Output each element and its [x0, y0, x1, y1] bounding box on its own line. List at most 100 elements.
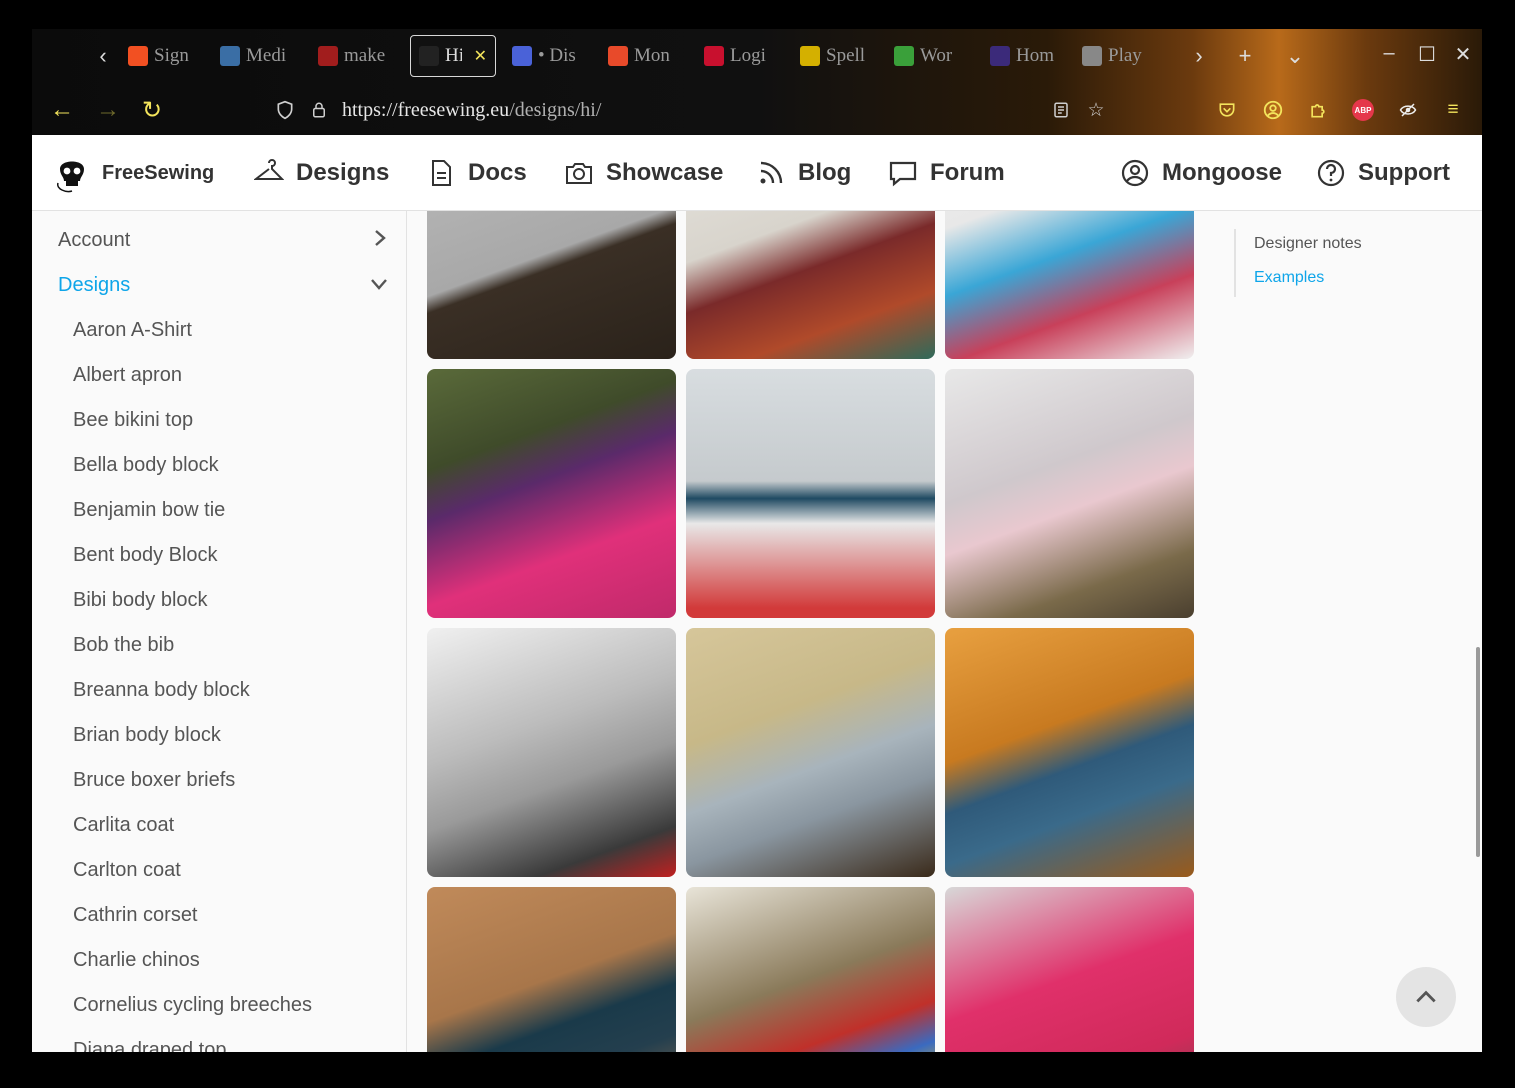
sidebar-design-link[interactable]: Bent body Block	[73, 544, 218, 567]
example-photo[interactable]	[686, 369, 935, 618]
nav-forum[interactable]: Forum	[888, 135, 1005, 211]
browser-tab-label: Play	[1108, 45, 1142, 66]
user-circle-icon	[1121, 159, 1149, 187]
browser-tab[interactable]: Play	[1082, 35, 1162, 77]
minimize-icon[interactable]: –	[1374, 42, 1404, 65]
forward-arrow-icon[interactable]: →	[92, 94, 124, 126]
tab-list-chevron-down-icon[interactable]: ⌄	[1282, 43, 1308, 69]
f-icon	[608, 46, 628, 66]
browser-tab[interactable]: Mon	[608, 35, 686, 77]
maximize-icon[interactable]: ☐	[1412, 42, 1442, 67]
chevron-right-icon[interactable]	[370, 227, 390, 255]
sidebar-design-link[interactable]: Bella body block	[73, 454, 219, 477]
reload-icon[interactable]: ↻	[136, 94, 168, 126]
browser-tab[interactable]: Logi	[704, 35, 784, 77]
menu-hamburger-icon[interactable]: ≡	[1440, 97, 1466, 123]
sidebar-design-link[interactable]: Bruce boxer briefs	[73, 769, 235, 792]
nav-blog[interactable]: Blog	[756, 135, 851, 211]
sidebar-design-link[interactable]: Charlie chinos	[73, 949, 200, 972]
example-photo[interactable]	[945, 628, 1194, 877]
browser-tab[interactable]: Wor	[894, 35, 974, 77]
browser-tab-label: Hi	[445, 45, 462, 66]
browser-tab[interactable]: make	[318, 35, 392, 77]
close-tab-icon[interactable]: ✕	[474, 46, 487, 66]
new-tab-icon[interactable]: +	[1232, 43, 1258, 69]
sidebar-design-link[interactable]: Carlton coat	[73, 859, 181, 882]
w-icon	[894, 46, 914, 66]
nav-showcase[interactable]: Showcase	[564, 135, 723, 211]
example-photo[interactable]	[427, 369, 676, 618]
sidebar-design-link[interactable]: Bob the bib	[73, 634, 174, 657]
nav-support[interactable]: Support	[1316, 135, 1450, 211]
browser-tab[interactable]: Sign	[128, 35, 208, 77]
camera-icon	[566, 163, 592, 184]
sidebar-design-link[interactable]: Diana draped top	[73, 1039, 226, 1052]
bookmark-star-icon[interactable]: ☆	[1083, 97, 1109, 123]
adblock-plus-icon[interactable]: ABP	[1350, 97, 1376, 123]
sidebar-item-account[interactable]: Account	[58, 229, 130, 252]
close-window-icon[interactable]: ✕	[1448, 42, 1478, 67]
freesewing-skull-icon	[419, 46, 439, 66]
account-circle-icon[interactable]	[1260, 97, 1286, 123]
toc-link-examples[interactable]: Examples	[1254, 263, 1362, 297]
example-photo[interactable]	[427, 628, 676, 877]
tab-scroll-left-icon[interactable]: ‹	[90, 43, 116, 69]
chevron-up-icon	[1416, 990, 1436, 1003]
brand-logo-link[interactable]: FreeSewing	[54, 135, 214, 211]
nav-user-label: Mongoose	[1162, 159, 1282, 186]
browser-tab[interactable]: Medi	[220, 35, 306, 77]
microsoft-icon	[128, 46, 148, 66]
sidebar-design-link[interactable]: Cornelius cycling breeches	[73, 994, 312, 1017]
tab-scroll-right-icon[interactable]: ›	[1186, 43, 1212, 69]
toc-link-designer-notes[interactable]: Designer notes	[1254, 229, 1362, 263]
sidebar-design-link[interactable]: Aaron A-Shirt	[73, 319, 192, 342]
scroll-to-top-button[interactable]	[1396, 967, 1456, 1027]
example-photo[interactable]	[427, 211, 676, 359]
example-photo[interactable]	[945, 369, 1194, 618]
url-bar[interactable]: https://freesewing.eu/designs/hi/	[272, 93, 832, 127]
browser-tab[interactable]: Spell	[800, 35, 880, 77]
sidebar-design-link[interactable]: Brian body block	[73, 724, 221, 747]
url-text: https://freesewing.eu/designs/hi/	[342, 98, 602, 121]
nav-designs[interactable]: Designs	[254, 135, 389, 211]
sidebar-design-link[interactable]: Carlita coat	[73, 814, 174, 837]
example-photo[interactable]	[686, 211, 935, 359]
pocket-icon[interactable]	[1214, 97, 1240, 123]
browser-tab[interactable]: Hom	[990, 35, 1068, 77]
page-scrollbar[interactable]	[1476, 647, 1480, 857]
example-photo[interactable]	[686, 887, 935, 1052]
bee-icon	[800, 46, 820, 66]
extensions-puzzle-icon[interactable]	[1305, 97, 1331, 123]
example-photo[interactable]	[945, 887, 1194, 1052]
sidebar-design-link[interactable]: Benjamin bow tie	[73, 499, 225, 522]
nav-forum-label: Forum	[930, 159, 1005, 186]
table-of-contents: Designer notes Examples	[1234, 229, 1362, 297]
browser-tab[interactable]: Hi ✕	[410, 35, 496, 77]
example-photo[interactable]	[945, 211, 1194, 359]
chevron-down-icon[interactable]	[368, 274, 390, 300]
back-arrow-icon[interactable]: ←	[46, 94, 78, 126]
question-circle-icon	[1317, 159, 1345, 187]
example-photo[interactable]	[427, 887, 676, 1052]
tab-strip: ‹ Sign Medi make Hi ✕ • Dis Mon Logi Spell Wor Hom…	[32, 29, 1482, 85]
nav-user-account[interactable]: Mongoose	[1120, 135, 1282, 211]
sidebar-design-link[interactable]: Albert apron	[73, 364, 182, 387]
rss-icon	[760, 161, 783, 184]
sidebar-design-link[interactable]: Breanna body block	[73, 679, 250, 702]
extension-eye-icon[interactable]	[1395, 97, 1421, 123]
sidebar-design-link[interactable]: Bee bikini top	[73, 409, 193, 432]
nav-docs[interactable]: Docs	[426, 135, 527, 211]
browser-tab-label: Medi	[246, 45, 287, 66]
nav-support-label: Support	[1358, 159, 1450, 186]
browser-chrome: ‹ Sign Medi make Hi ✕ • Dis Mon Logi Spell Wor Hom…	[32, 29, 1482, 135]
example-photo[interactable]	[686, 628, 935, 877]
freesewing-skull-icon	[57, 161, 84, 193]
browser-tab[interactable]: • Dis	[512, 35, 594, 77]
book-icon	[318, 46, 338, 66]
site-header: FreeSewing Designs Docs Showcase Blog Fo…	[32, 135, 1482, 211]
sidebar-design-link[interactable]: Bibi body block	[73, 589, 208, 612]
sidebar-item-designs[interactable]: Designs	[58, 274, 130, 297]
reader-view-icon[interactable]	[1048, 97, 1074, 123]
sidebar-design-link[interactable]: Cathrin corset	[73, 904, 198, 927]
martini-icon	[220, 46, 240, 66]
